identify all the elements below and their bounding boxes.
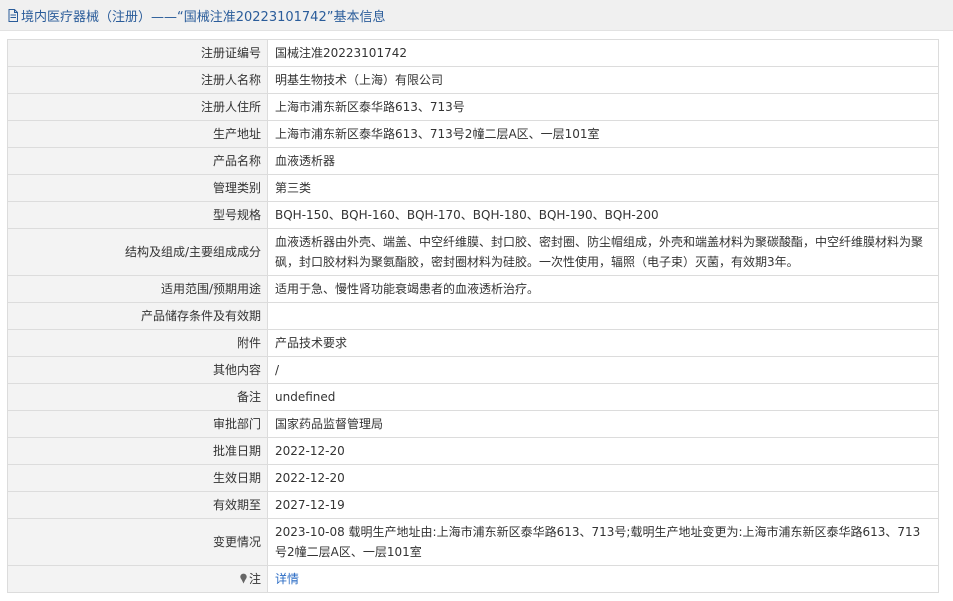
row-value: 适用于急、慢性肾功能衰竭患者的血液透析治疗。 (267, 275, 939, 303)
table-row: 生产地址 上海市浦东新区泰华路613、713号2幢二层A区、一层101室 (7, 120, 939, 148)
page-header: 境内医疗器械（注册）——“国械注准20223101742”基本信息 (0, 0, 953, 31)
row-value: 产品技术要求 (267, 329, 939, 357)
row-label: 适用范围/预期用途 (7, 275, 268, 303)
info-table: 注册证编号 国械注准20223101742 注册人名称 明基生物技术（上海）有限… (7, 39, 939, 593)
table-row: 管理类别 第三类 (7, 174, 939, 202)
table-row: 产品名称 血液透析器 (7, 147, 939, 175)
pin-icon (240, 573, 247, 584)
row-value: 国家药品监督管理局 (267, 410, 939, 438)
row-value (267, 302, 939, 330)
row-value: 上海市浦东新区泰华路613、713号 (267, 93, 939, 121)
table-row: 有效期至 2027-12-19 (7, 491, 939, 519)
row-value: 2022-12-20 (267, 464, 939, 492)
table-row: 型号规格 BQH-150、BQH-160、BQH-170、BQH-180、BQH… (7, 201, 939, 229)
table-row: 备注 undefined (7, 383, 939, 411)
table-row: 批准日期 2022-12-20 (7, 437, 939, 465)
row-label: 注册人名称 (7, 66, 268, 94)
note-label: 注 (248, 572, 261, 586)
table-row: 注册证编号 国械注准20223101742 (7, 39, 939, 67)
table-row: 其他内容 / (7, 356, 939, 384)
row-label: 生产地址 (7, 120, 268, 148)
row-label: 生效日期 (7, 464, 268, 492)
row-label: 变更情况 (7, 518, 268, 566)
row-value: 2023-10-08 载明生产地址由:上海市浦东新区泰华路613、713号;载明… (267, 518, 939, 566)
table-row: 结构及组成/主要组成成分 血液透析器由外壳、端盖、中空纤维膜、封口胶、密封圈、防… (7, 228, 939, 276)
row-label: 产品储存条件及有效期 (7, 302, 268, 330)
table-row: 附件 产品技术要求 (7, 329, 939, 357)
row-value: BQH-150、BQH-160、BQH-170、BQH-180、BQH-190、… (267, 201, 939, 229)
row-value: 2022-12-20 (267, 437, 939, 465)
row-value: / (267, 356, 939, 384)
page-title: 境内医疗器械（注册）——“国械注准20223101742”基本信息 (21, 9, 386, 25)
note-value: 详情 (267, 565, 939, 593)
row-value: 血液透析器 (267, 147, 939, 175)
row-label: 注册人住所 (7, 93, 268, 121)
note-label-cell: 注 (7, 565, 268, 593)
row-value: 国械注准20223101742 (267, 39, 939, 67)
row-label: 其他内容 (7, 356, 268, 384)
row-value: undefined (267, 383, 939, 411)
table-row: 变更情况 2023-10-08 载明生产地址由:上海市浦东新区泰华路613、71… (7, 518, 939, 566)
table-row: 生效日期 2022-12-20 (7, 464, 939, 492)
row-label: 型号规格 (7, 201, 268, 229)
row-value: 第三类 (267, 174, 939, 202)
row-label: 附件 (7, 329, 268, 357)
row-label: 批准日期 (7, 437, 268, 465)
table-row: 注册人名称 明基生物技术（上海）有限公司 (7, 66, 939, 94)
row-label: 审批部门 (7, 410, 268, 438)
row-value: 明基生物技术（上海）有限公司 (267, 66, 939, 94)
row-value: 血液透析器由外壳、端盖、中空纤维膜、封口胶、密封圈、防尘帽组成，外壳和端盖材料为… (267, 228, 939, 276)
row-value: 2027-12-19 (267, 491, 939, 519)
table-row: 适用范围/预期用途 适用于急、慢性肾功能衰竭患者的血液透析治疗。 (7, 275, 939, 303)
row-label: 结构及组成/主要组成成分 (7, 228, 268, 276)
row-label: 有效期至 (7, 491, 268, 519)
document-icon (8, 8, 18, 22)
detail-link[interactable]: 详情 (275, 572, 299, 586)
row-label: 管理类别 (7, 174, 268, 202)
row-label: 产品名称 (7, 147, 268, 175)
table-row: 注册人住所 上海市浦东新区泰华路613、713号 (7, 93, 939, 121)
row-value: 上海市浦东新区泰华路613、713号2幢二层A区、一层101室 (267, 120, 939, 148)
row-label: 注册证编号 (7, 39, 268, 67)
row-label: 备注 (7, 383, 268, 411)
table-row: 产品储存条件及有效期 (7, 302, 939, 330)
table-row-note: 注 详情 (7, 565, 939, 593)
table-row: 审批部门 国家药品监督管理局 (7, 410, 939, 438)
info-table-container: 注册证编号 国械注准20223101742 注册人名称 明基生物技术（上海）有限… (7, 39, 939, 593)
